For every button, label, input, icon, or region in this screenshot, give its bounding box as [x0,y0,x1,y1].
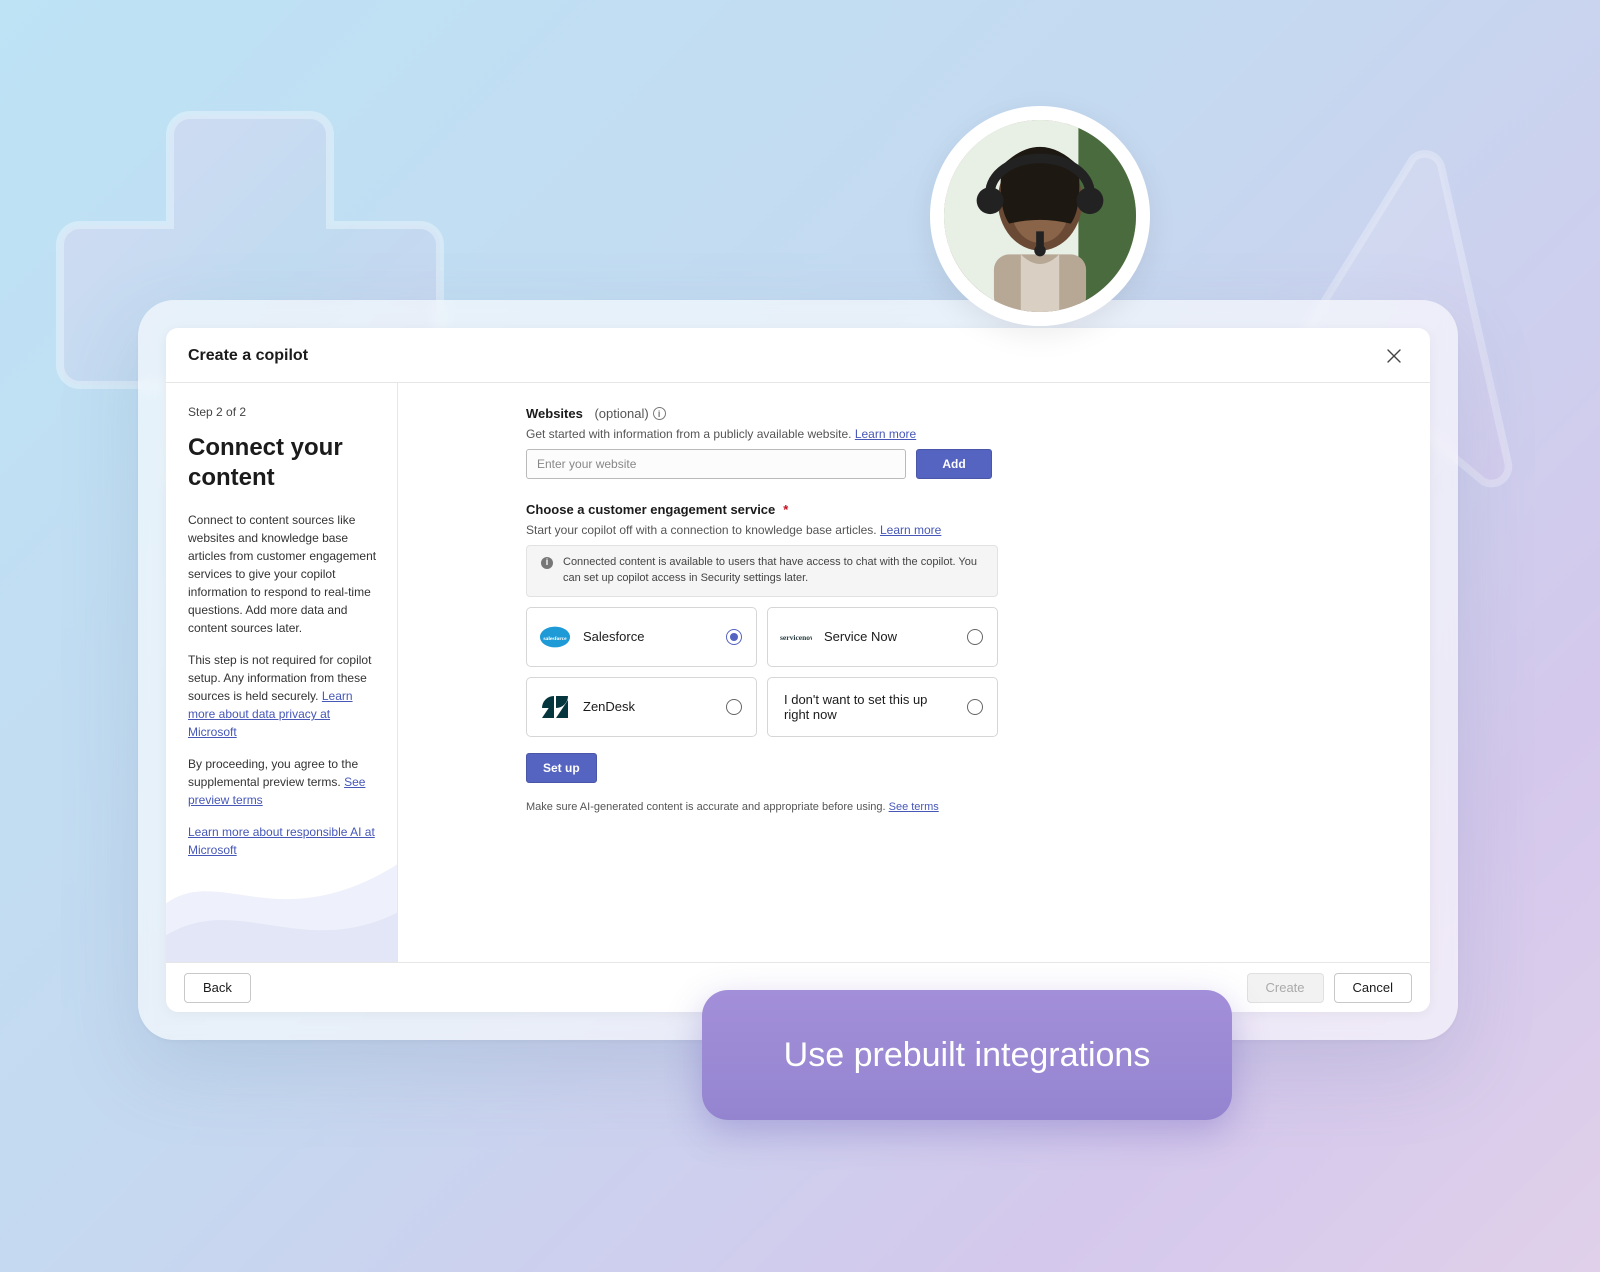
add-website-button[interactable]: Add [916,449,992,479]
sidebar-privacy: This step is not required for copilot se… [188,651,377,741]
dialog-title: Create a copilot [188,347,308,365]
sidebar-terms: By proceeding, you agree to the suppleme… [188,755,377,809]
salesforce-icon: salesforce [539,621,571,653]
create-copilot-dialog: Create a copilot Step 2 of 2 Connect you… [166,328,1430,1012]
websites-helper: Get started with information from a publ… [526,427,1390,441]
sidebar: Step 2 of 2 Connect your content Connect… [166,383,398,962]
radio-salesforce[interactable] [726,629,742,645]
service-option-servicenow[interactable]: servicenow Service Now [767,607,998,667]
zendesk-icon [539,691,571,723]
step-label: Step 2 of 2 [188,405,377,419]
svg-text:salesforce: salesforce [543,636,567,642]
cancel-button[interactable]: Cancel [1334,973,1412,1003]
info-dot-icon: i [541,557,553,569]
engagement-helper: Start your copilot off with a connection… [526,523,1390,537]
decorative-wave [166,792,398,962]
svg-text:servicenow: servicenow [780,633,812,642]
websites-learn-more-link[interactable]: Learn more [855,427,916,441]
back-button[interactable]: Back [184,973,251,1003]
sidebar-intro: Connect to content sources like websites… [188,511,377,637]
radio-skip[interactable] [967,699,983,715]
security-info-banner: i Connected content is available to user… [526,545,998,597]
engagement-label: Choose a customer engagement service* [526,502,788,517]
overlay-caption: Use prebuilt integrations [702,990,1232,1120]
service-option-salesforce[interactable]: salesforce Salesforce [526,607,757,667]
servicenow-icon: servicenow [780,621,812,653]
info-icon[interactable]: i [653,407,666,420]
sidebar-heading: Connect your content [188,433,377,493]
service-grid: salesforce Salesforce servicenow Service… [526,607,998,737]
responsible-ai-link[interactable]: Learn more about responsible AI at Micro… [188,825,375,857]
main-panel: Websites (optional) i Get started with i… [398,383,1430,962]
radio-servicenow[interactable] [967,629,983,645]
service-option-skip[interactable]: I don't want to set this up right now [767,677,998,737]
dialog-card: Create a copilot Step 2 of 2 Connect you… [138,300,1458,1040]
setup-button[interactable]: Set up [526,753,597,783]
service-option-zendesk[interactable]: ZenDesk [526,677,757,737]
see-terms-link[interactable]: See terms [889,801,939,813]
ai-disclaimer: Make sure AI-generated content is accura… [526,801,1390,813]
avatar [930,106,1150,326]
website-input[interactable] [526,449,906,479]
engagement-learn-more-link[interactable]: Learn more [880,523,941,537]
close-icon [1387,349,1401,363]
websites-label: Websites (optional) i [526,406,666,421]
create-button: Create [1247,973,1324,1003]
radio-zendesk[interactable] [726,699,742,715]
close-button[interactable] [1380,342,1408,370]
